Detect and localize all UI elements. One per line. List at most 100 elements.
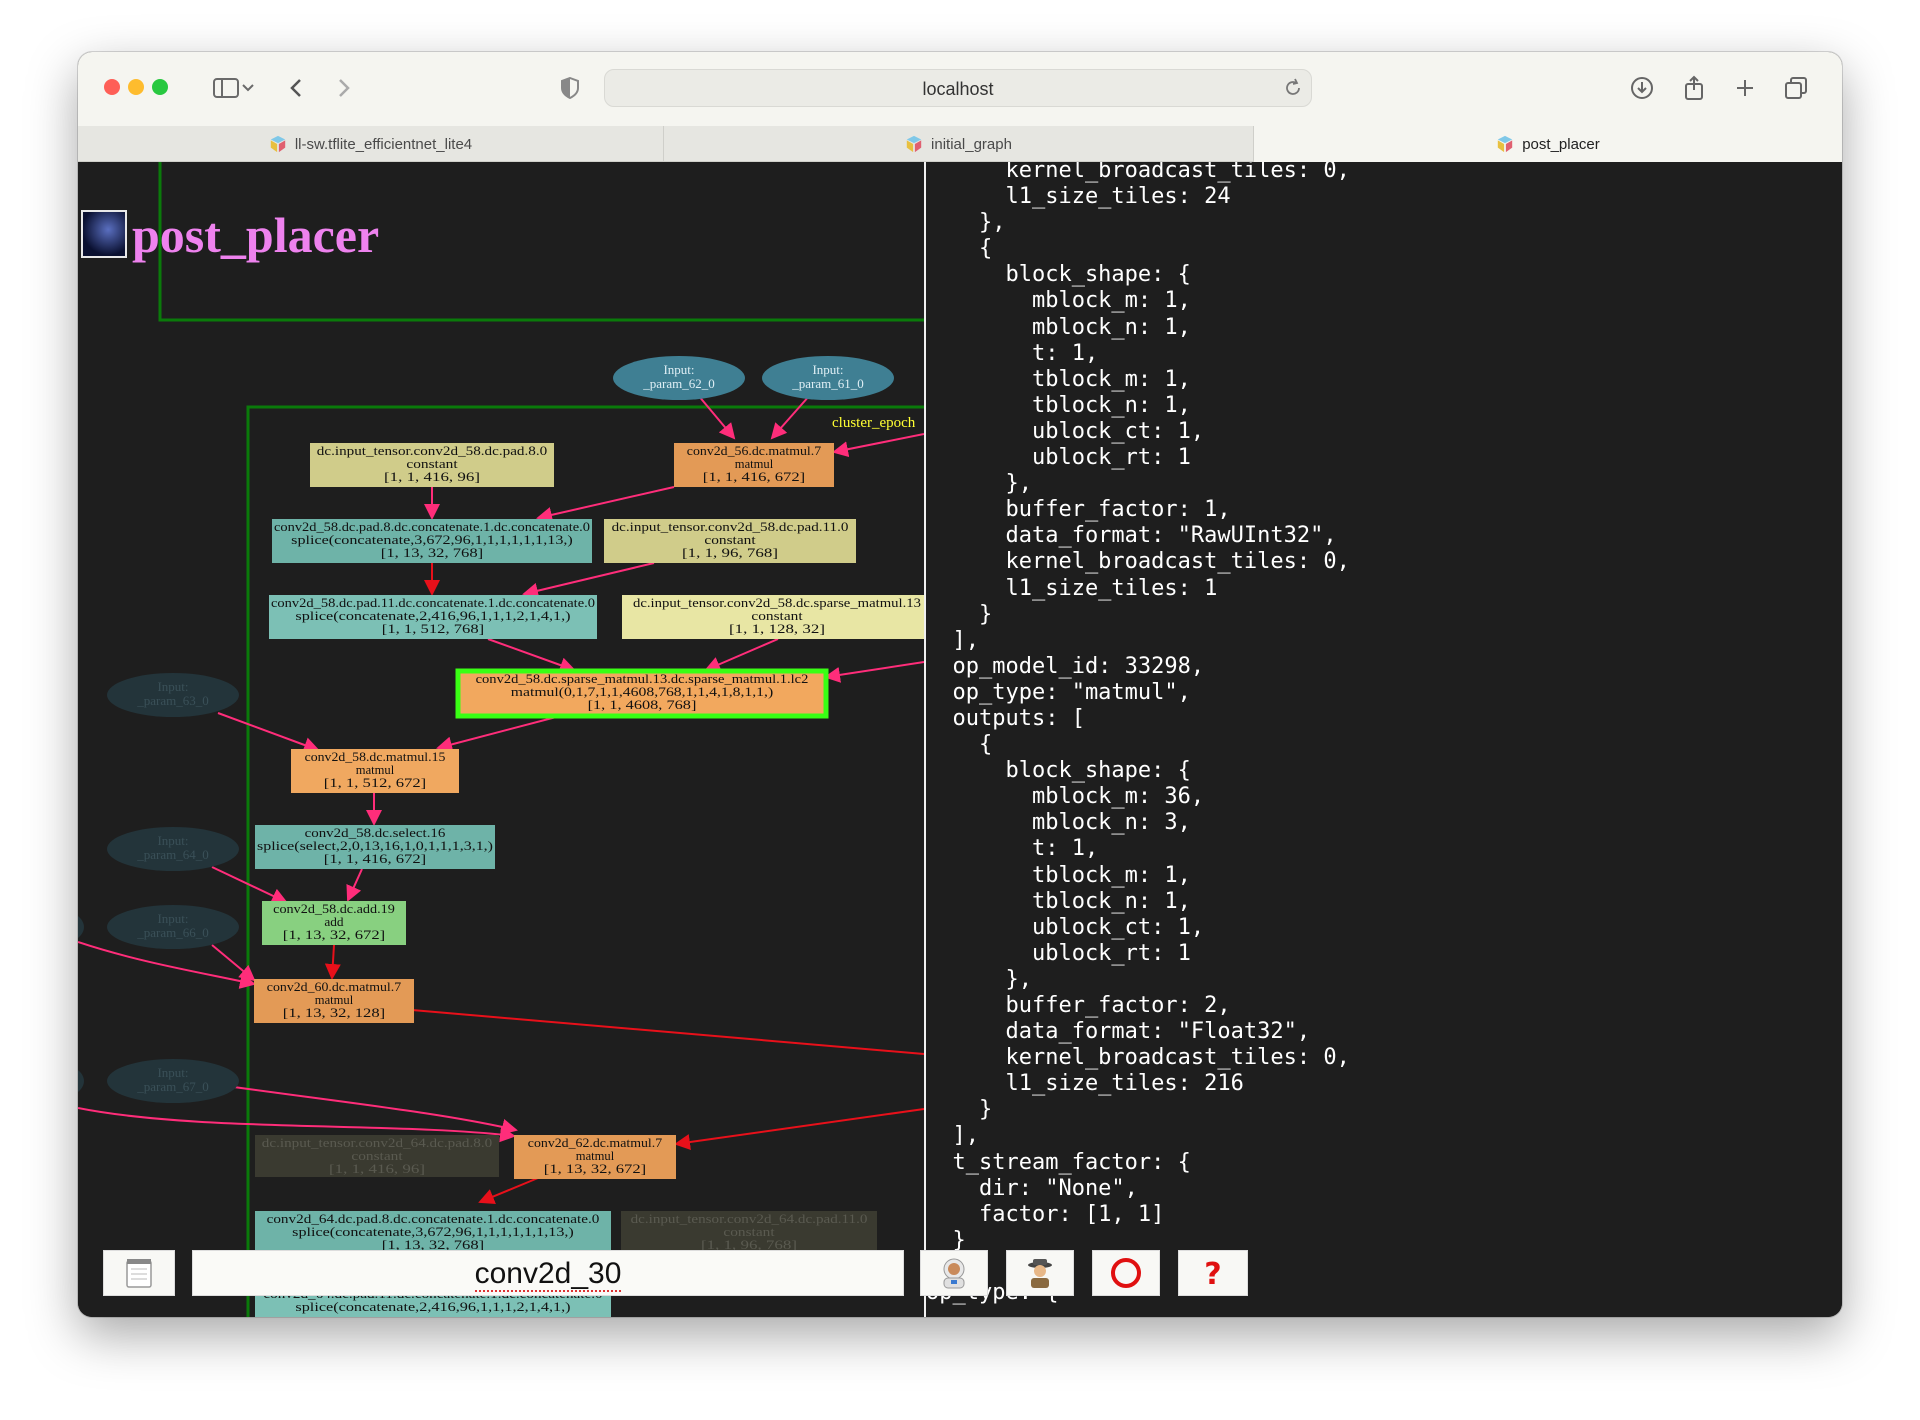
op-node[interactable]: dc.input_tensor.conv2d_64.dc.pad.11.0con…	[621, 1211, 877, 1255]
input-node-dimmed[interactable]: Input: _param_66_0	[107, 905, 239, 949]
svg-text:Input:: Input:	[663, 362, 694, 377]
tt-logo-icon	[270, 135, 286, 153]
tt-logo-icon	[1498, 135, 1513, 153]
edge	[487, 638, 576, 673]
input-node-dimmed[interactable]: Input: _param_67_0	[107, 1059, 239, 1103]
edge	[522, 562, 655, 599]
shield-icon[interactable]	[552, 70, 588, 106]
edge	[536, 486, 675, 523]
node-shape: [1, 13, 32, 672]	[544, 1161, 646, 1176]
svg-text:Input:: Input:	[157, 1065, 188, 1080]
input-node[interactable]: Input: _param_62_0	[613, 356, 745, 400]
edge	[197, 1081, 518, 1135]
detective-button[interactable]	[1006, 1250, 1074, 1296]
svg-text:_param_67_0: _param_67_0	[136, 1079, 208, 1094]
circle-button[interactable]	[1092, 1250, 1160, 1296]
op-node[interactable]: conv2d_56.dc.matmul.7matmul[1, 1, 416, 6…	[674, 443, 834, 487]
cluster-label: cluster_epoch	[832, 415, 916, 431]
detective-icon	[1028, 1259, 1052, 1288]
node-shape: [1, 1, 96, 768]	[682, 545, 778, 560]
node-shape: [1, 13, 32, 672]	[283, 927, 385, 942]
tab-bar: ll-sw.tflite_efficientnet_lite4 initial_…	[78, 126, 1842, 162]
edge	[324, 944, 341, 980]
forward-icon[interactable]	[326, 70, 362, 106]
input-node-dimmed[interactable]: Input: _param_63_0	[107, 673, 239, 717]
op-node[interactable]: dc.input_tensor.conv2d_58.dc.sparse_matm…	[622, 595, 924, 639]
edge	[674, 1108, 924, 1150]
node-shape: [1, 1, 416, 672]	[324, 851, 426, 866]
outer-cluster	[158, 162, 924, 322]
graph-canvas[interactable]: cluster_epoch Input: _param_62_0 Input: …	[78, 162, 924, 1317]
tab-post-placer[interactable]: post_placer	[1254, 126, 1842, 162]
op-node[interactable]: conv2d_58.dc.select.16splice(select,2,0,…	[255, 825, 495, 869]
svg-text:Input:: Input:	[812, 362, 843, 377]
edge	[770, 394, 811, 440]
graph-panel[interactable]: post_placer cluster_epoch Input: _param_…	[78, 162, 924, 1317]
red-circle-icon	[1111, 1258, 1141, 1288]
graph-nodes: dc.input_tensor.conv2d_58.dc.pad.8.0cons…	[254, 443, 924, 1317]
svg-text:_param_63_0: _param_63_0	[136, 693, 208, 708]
op-node[interactable]: dc.input_tensor.conv2d_58.dc.pad.11.0con…	[604, 519, 856, 563]
zoom-window-button[interactable]	[152, 79, 168, 95]
input-node-partial	[78, 915, 84, 939]
download-icon[interactable]	[1624, 70, 1660, 106]
node-shape: [1, 13, 32, 768]	[381, 545, 483, 560]
tab-overview-icon[interactable]	[1778, 70, 1814, 106]
input-node[interactable]: Input: _param_61_0	[762, 356, 894, 400]
op-node[interactable]: conv2d_64.dc.pad.8.dc.concatenate.1.dc.c…	[255, 1211, 611, 1255]
details-panel[interactable]: kernel_broadcast_tiles: 0, l1_size_tiles…	[926, 162, 1842, 1317]
input-node-dimmed[interactable]: Input: _param_64_0	[107, 827, 239, 871]
op-node[interactable]: conv2d_58.dc.pad.8.dc.concatenate.1.dc.c…	[272, 519, 592, 563]
svg-text:_param_64_0: _param_64_0	[136, 847, 208, 862]
tab-label: ll-sw.tflite_efficientnet_lite4	[294, 135, 473, 153]
svg-text:_param_61_0: _param_61_0	[791, 376, 863, 391]
op-node[interactable]: dc.input_tensor.conv2d_64.dc.pad.8.0cons…	[255, 1135, 499, 1177]
notepad-button[interactable]	[103, 1250, 175, 1296]
edge	[824, 661, 924, 683]
bottom-bar: conv2d_30 ?	[78, 1250, 1842, 1310]
share-icon[interactable]	[1676, 70, 1712, 106]
edge	[217, 712, 320, 753]
op-node[interactable]: conv2d_60.dc.matmul.7matmul[1, 13, 32, 1…	[254, 979, 414, 1023]
browser-toolbar: localhost	[78, 52, 1842, 126]
astronaut-button[interactable]	[920, 1250, 988, 1296]
reload-icon[interactable]	[1283, 78, 1303, 98]
node-shape: [1, 1, 416, 96]	[329, 1161, 425, 1176]
new-tab-icon[interactable]	[1727, 70, 1763, 106]
op-node[interactable]: conv2d_58.dc.sparse_matmul.13.dc.sparse_…	[455, 668, 829, 719]
browser-window: localhost ll-sw.tflite_efficientnet_lite…	[78, 52, 1842, 1317]
op-node[interactable]: conv2d_58.dc.matmul.15matmul[1, 1, 512, …	[291, 749, 459, 793]
svg-text:Input:: Input:	[157, 833, 188, 848]
node-shape: [1, 1, 4608, 768]	[588, 697, 697, 712]
svg-text:_param_66_0: _param_66_0	[136, 925, 208, 940]
help-button[interactable]: ?	[1178, 1250, 1248, 1296]
tab-label: post_placer	[1522, 135, 1600, 153]
back-icon[interactable]	[278, 70, 314, 106]
op-node[interactable]: conv2d_58.dc.pad.11.dc.concatenate.1.dc.…	[269, 595, 597, 639]
url-text: localhost	[922, 79, 994, 99]
svg-text:_param_62_0: _param_62_0	[642, 376, 714, 391]
tab-initial-graph[interactable]: initial_graph	[664, 126, 1254, 162]
search-input[interactable]: conv2d_30	[192, 1250, 904, 1296]
question-mark-icon: ?	[1204, 1257, 1221, 1290]
astronaut-icon	[943, 1258, 965, 1289]
svg-text:Input:: Input:	[157, 679, 188, 694]
op-node[interactable]: conv2d_58.dc.add.19add[1, 13, 32, 672]	[262, 901, 406, 945]
edge	[346, 868, 363, 902]
tab-efficientnet[interactable]: ll-sw.tflite_efficientnet_lite4	[78, 126, 664, 162]
address-bar[interactable]: localhost	[604, 69, 1312, 107]
node-shape: [1, 1, 416, 672]	[703, 469, 805, 484]
node-shape: [1, 1, 512, 672]	[324, 775, 426, 790]
edge	[832, 433, 924, 458]
edge	[697, 394, 736, 440]
op-node[interactable]: dc.input_tensor.conv2d_58.dc.pad.8.0cons…	[310, 443, 554, 487]
op-node[interactable]: conv2d_62.dc.matmul.7matmul[1, 13, 32, 6…	[514, 1135, 676, 1179]
edge	[411, 1009, 924, 1055]
close-window-button[interactable]	[104, 79, 120, 95]
minimize-window-button[interactable]	[128, 79, 144, 95]
chevron-down-icon[interactable]	[238, 70, 258, 106]
node-shape: [1, 1, 416, 96]	[384, 469, 480, 484]
tt-logo-icon	[906, 135, 922, 153]
edge	[436, 715, 561, 753]
op-details-text: kernel_broadcast_tiles: 0, l1_size_tiles…	[926, 162, 1350, 1317]
